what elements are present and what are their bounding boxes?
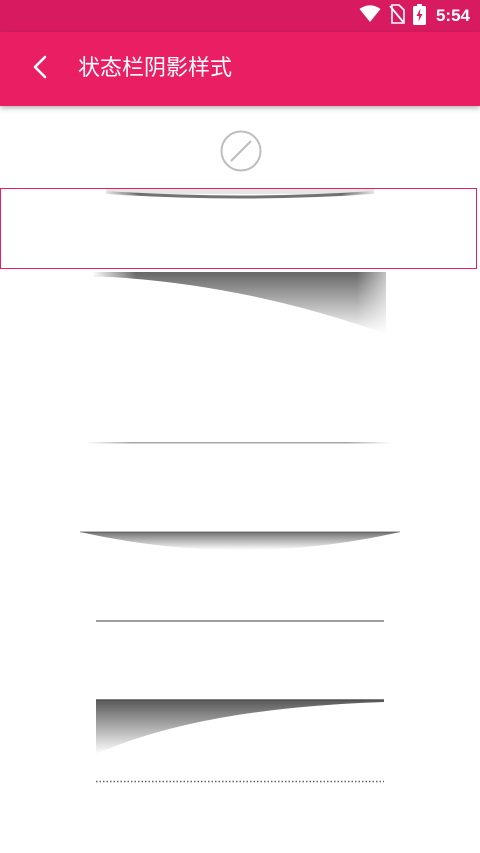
shadow-option-6[interactable]: [0, 696, 480, 766]
status-icons: 5:54: [359, 0, 470, 32]
status-time: 5:54: [435, 6, 470, 25]
wifi-icon: [359, 5, 381, 27]
status-bar: 5:54: [0, 0, 480, 32]
back-button[interactable]: [16, 45, 64, 93]
no-shadow-icon: [219, 130, 263, 177]
shadow-option-2[interactable]: [0, 272, 480, 352]
page-title: 状态栏阴影样式: [78, 56, 233, 81]
shadow-option-4[interactable]: [0, 526, 480, 576]
shadow-option-5[interactable]: [0, 611, 480, 641]
no-shadow-option[interactable]: [219, 129, 263, 173]
battery-charging-icon: [412, 3, 426, 29]
app-bar: 状态栏阴影样式: [0, 32, 480, 106]
shadow-style-list: [0, 106, 480, 853]
selected-indicator: [0, 188, 477, 269]
shadow-option-7[interactable]: [0, 772, 480, 792]
shadow-option-3[interactable]: [0, 426, 480, 466]
chevron-left-icon: [32, 55, 48, 83]
no-sim-icon: [389, 4, 405, 28]
